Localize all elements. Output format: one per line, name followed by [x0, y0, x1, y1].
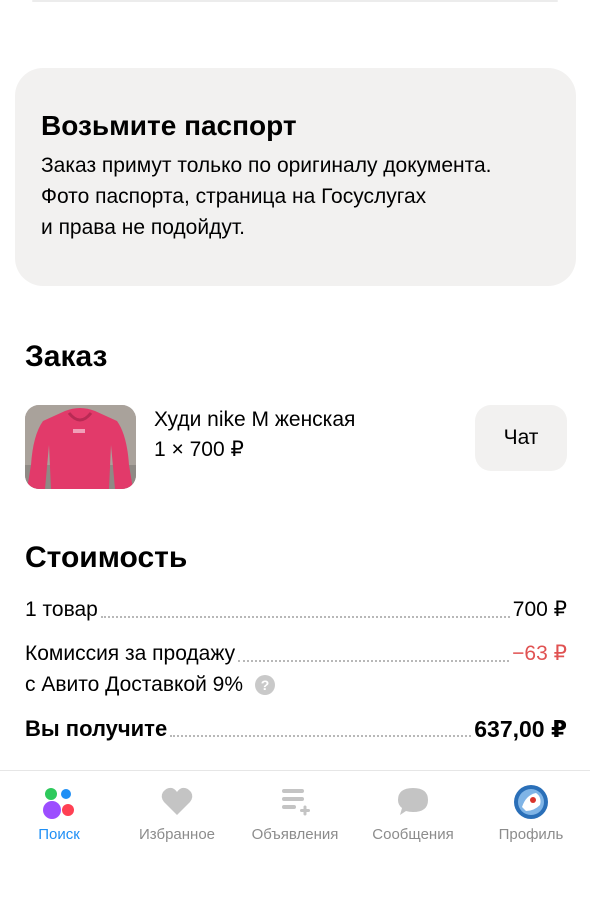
passport-notice-line: Фото паспорта, страница на Госуслугах: [41, 185, 427, 208]
cost-row-item: 1 товар 700 ₽: [25, 596, 567, 624]
cost-row-fee: Комиссия за продажу −63 ₽: [25, 640, 567, 668]
tab-label: Сообщения: [372, 826, 454, 843]
list-add-icon: [276, 783, 314, 821]
product-quantity-price: 1 × 700 ₽: [154, 438, 244, 461]
tab-label: Объявления: [251, 826, 339, 843]
heart-icon: [158, 783, 196, 821]
fee-value: −63 ₽: [512, 642, 567, 665]
cost-section-title: Стоимость: [25, 541, 188, 574]
product-name[interactable]: Худи nike M женская: [154, 406, 355, 434]
avatar-icon: [512, 783, 550, 821]
order-section-title: Заказ: [25, 340, 108, 373]
fee-label-continued: с Авито Доставкой 9%: [25, 673, 243, 696]
hoodie-photo: [25, 405, 136, 489]
passport-notice-line: и права не подойдут.: [41, 216, 245, 239]
fee-label-second-line: с Авито Доставкой 9% ?: [25, 671, 275, 699]
fee-label: Комиссия за продажу: [25, 642, 236, 665]
chat-button[interactable]: Чат: [475, 405, 567, 471]
cost-row-total: Вы получите 637,00 ₽: [25, 715, 567, 743]
top-divider: [32, 0, 558, 2]
tab-listings[interactable]: Объявления: [236, 771, 354, 897]
dotted-leader: [238, 660, 510, 662]
chat-bubble-icon: [394, 783, 432, 821]
total-label: Вы получите: [25, 716, 168, 741]
passport-notice-line: Заказ примут только по оригиналу докумен…: [41, 154, 492, 177]
dotted-leader: [100, 616, 510, 618]
total-value: 637,00 ₽: [474, 716, 567, 742]
tab-messages[interactable]: Сообщения: [354, 771, 472, 897]
search-dots-icon: [40, 783, 78, 821]
bottom-tab-bar: Поиск Избранное Объявления Сообщения Про…: [0, 771, 590, 897]
help-icon[interactable]: ?: [255, 675, 275, 695]
cost-item-label: 1 товар: [25, 598, 98, 621]
tab-favorites[interactable]: Избранное: [118, 771, 236, 897]
product-image[interactable]: [25, 405, 136, 489]
passport-notice-title: Возьмите паспорт: [41, 110, 297, 141]
dotted-leader: [170, 735, 472, 737]
tab-label: Избранное: [138, 826, 216, 843]
tab-label: Профиль: [498, 826, 564, 843]
tab-profile[interactable]: Профиль: [472, 771, 590, 897]
cost-item-value: 700 ₽: [512, 598, 567, 621]
passport-notice-text: Заказ примут только по оригиналу докумен…: [41, 150, 550, 243]
tab-label: Поиск: [38, 826, 80, 843]
passport-notice-card: Возьмите паспорт Заказ примут только по …: [15, 68, 576, 286]
tab-search[interactable]: Поиск: [0, 771, 118, 897]
